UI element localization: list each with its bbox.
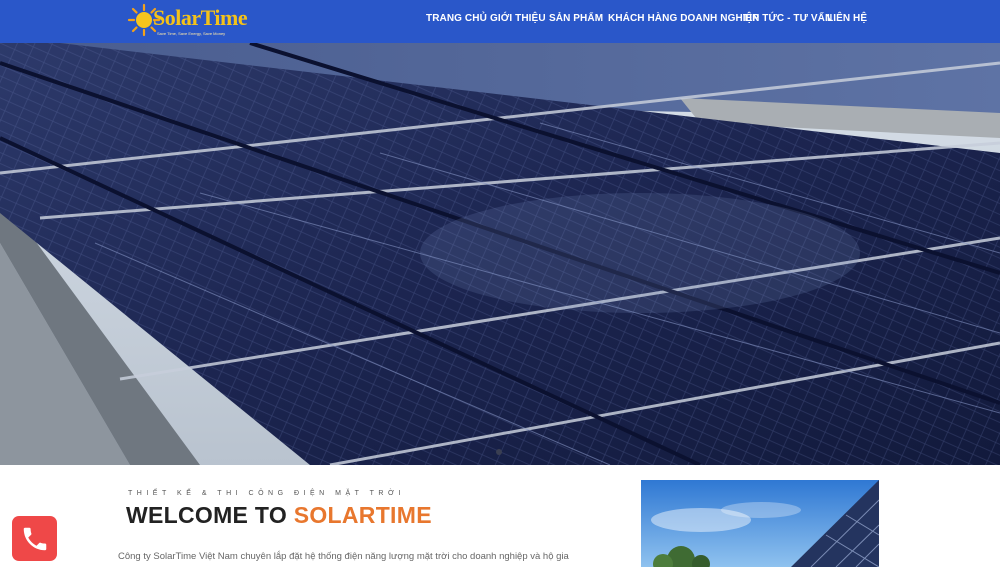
welcome-heading-prefix: WELCOME TO (126, 502, 294, 528)
logo-brand-text: SolarTime (153, 5, 248, 30)
nav-item-products[interactable]: SẢN PHẨM (549, 13, 603, 25)
solar-panel-rooftop-photo (0, 43, 1000, 465)
intro-paragraph: Công ty SolarTime Việt Nam chuyên lắp đặ… (118, 551, 569, 562)
nav-item-contact[interactable]: LIÊN HỆ (827, 13, 867, 25)
site-logo[interactable]: SolarTime Save Time, Save Energy, Save M… (127, 3, 248, 39)
intro-paragraph-clip: Công ty SolarTime Việt Nam chuyên lắp đặ… (118, 546, 598, 567)
logo-tagline: Save Time, Save Energy, Save Money (157, 31, 226, 36)
nav-item-business-customers[interactable]: KHÁCH HÀNG DOANH NGHIỆP (608, 13, 759, 25)
welcome-heading-accent: SOLARTIME (293, 502, 432, 528)
nav-item-home[interactable]: TRANG CHỦ (426, 13, 487, 25)
nav-item-about[interactable]: GIỚI THIỆU (490, 13, 546, 25)
site-header: SolarTime Save Time, Save Energy, Save M… (0, 0, 1000, 43)
slider-dot-active[interactable] (496, 449, 502, 455)
call-button[interactable] (12, 516, 57, 561)
hero-banner (0, 43, 1000, 465)
section-eyebrow: THIẾT KẾ & THI CÔNG ĐIỆN MẶT TRỜI (128, 490, 405, 497)
phone-icon (23, 527, 46, 550)
welcome-heading: WELCOME TO SOLARTIME (126, 501, 432, 529)
nav-item-news[interactable]: TIN TỨC - TƯ VẤN (743, 13, 832, 25)
solar-panels-sky-photo (641, 480, 879, 567)
